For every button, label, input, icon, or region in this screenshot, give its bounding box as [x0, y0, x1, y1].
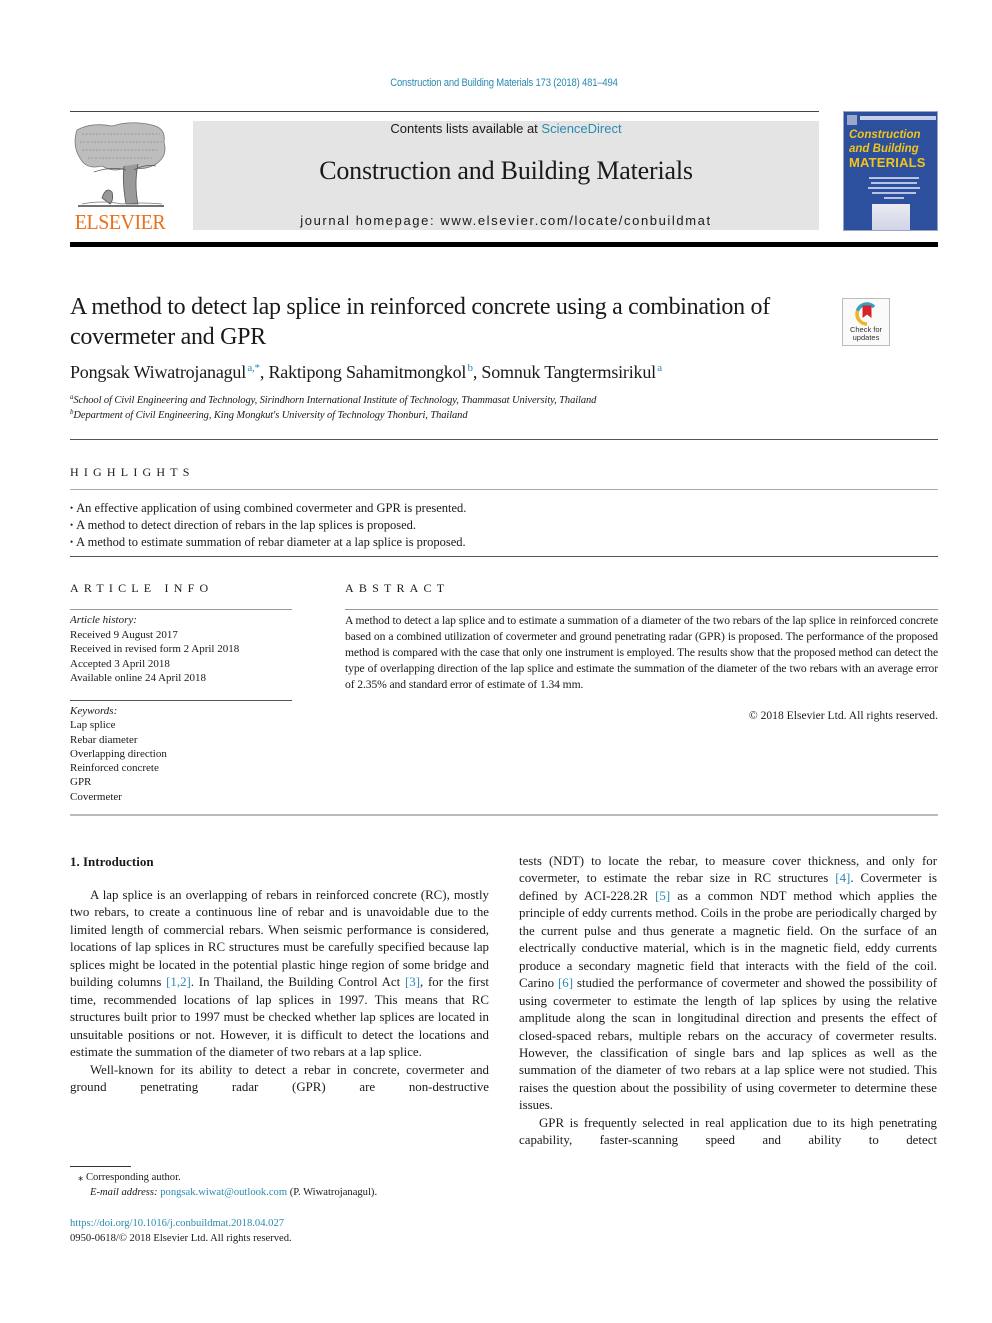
author-list: Pongsak Wiwatrojanagul a,*, Raktipong Sa… — [70, 362, 662, 382]
section-divider — [70, 814, 938, 816]
body-text: studied the performance of covermeter an… — [519, 976, 937, 1113]
section-divider — [70, 489, 938, 490]
cover-publisher-badge — [847, 115, 857, 125]
highlight-item: An effective application of using combin… — [70, 500, 930, 517]
journal-banner: Contents lists available at ScienceDirec… — [193, 121, 819, 230]
section-heading-introduction: 1. Introduction — [70, 854, 154, 869]
highlight-item: A method to estimate summation of rebar … — [70, 534, 930, 551]
cover-bottom-panel — [872, 204, 910, 230]
article-history: Article history: Received 9 August 2017 … — [70, 613, 295, 686]
cover-top-bar — [860, 116, 936, 120]
section-divider — [70, 609, 292, 610]
body-text: . In Thailand, the Building Control Act — [190, 975, 405, 990]
body-column-left: A lap splice is an overlapping of rebars… — [70, 887, 489, 1096]
citation-link[interactable]: [1,2] — [166, 975, 191, 989]
body-paragraph: A lap splice is an overlapping of rebars… — [70, 887, 489, 1062]
section-divider — [70, 700, 292, 701]
body-column-right: tests (NDT) to locate the rebar, to meas… — [519, 853, 937, 1150]
citation-link[interactable]: [4] — [835, 871, 850, 885]
homepage-url[interactable]: www.elsevier.com/locate/conbuildmat — [440, 213, 711, 228]
cover-title: Construction and Building MATERIALS — [849, 128, 937, 170]
cover-title-line: MATERIALS — [849, 155, 926, 170]
affiliation-text: Department of Civil Engineering, King Mo… — [73, 410, 468, 421]
citation-link[interactable]: [3] — [405, 975, 420, 989]
keyword: Covermeter — [70, 790, 122, 803]
contents-line: Contents lists available at ScienceDirec… — [193, 121, 819, 136]
cover-title-line: Construction — [849, 129, 921, 141]
author-name[interactable]: Pongsak Wiwatrojanagul — [70, 362, 246, 382]
check-for-updates-button[interactable]: Check for updates — [842, 298, 890, 346]
crossmark-label: Check for updates — [843, 326, 889, 342]
author-affiliation-mark[interactable]: a,* — [247, 362, 260, 374]
history-entry: Received 9 August 2017 — [70, 628, 178, 641]
citation-link[interactable]: [6] — [558, 976, 573, 990]
body-paragraph: GPR is frequently selected in real appli… — [519, 1115, 937, 1148]
contents-prefix: Contents lists available at — [390, 121, 542, 136]
history-entry: Accepted 3 April 2018 — [70, 657, 170, 670]
affiliation: bDepartment of Civil Engineering, King M… — [70, 409, 930, 422]
highlights-heading: HIGHLIGHTS — [70, 465, 195, 479]
cover-title-line: and Building — [849, 143, 919, 155]
homepage-prefix: journal homepage: — [300, 213, 441, 228]
email-line: E-mail address: pongsak.wiwat@outlook.co… — [78, 1185, 498, 1200]
keywords-label: Keywords: — [70, 705, 118, 717]
abstract-text: A method to detect a lap splice and to e… — [345, 614, 938, 691]
footnote: ⁎ Corresponding author. E-mail address: … — [78, 1170, 498, 1200]
section-divider — [70, 556, 938, 557]
citation-link[interactable]: [5] — [655, 889, 670, 903]
article-info-heading: ARTICLE INFO — [70, 581, 214, 595]
journal-title: Construction and Building Materials — [319, 156, 693, 185]
section-divider — [70, 439, 938, 440]
issn-line: 0950-0618/© 2018 Elsevier Ltd. All right… — [70, 1233, 292, 1244]
body-paragraph: Well-known for its ability to detect a r… — [70, 1062, 489, 1094]
keyword: Lap splice — [70, 719, 116, 732]
header-thick-rule — [70, 242, 938, 247]
author-name[interactable]: Somnuk Tangtermsirikul — [481, 362, 656, 382]
doi-block: https://doi.org/10.1016/j.conbuildmat.20… — [70, 1216, 490, 1246]
footnote-star: ⁎ — [78, 1172, 84, 1183]
article-history-label: Article history: — [70, 614, 137, 626]
author-affiliation-mark[interactable]: a — [657, 362, 662, 374]
elsevier-tree-icon — [74, 122, 166, 207]
footnote-text: Corresponding author. — [85, 1172, 181, 1183]
journal-homepage: journal homepage: www.elsevier.com/locat… — [193, 213, 819, 228]
elsevier-logo[interactable]: ELSEVIER — [70, 120, 170, 234]
highlights-list: An effective application of using combin… — [70, 500, 930, 551]
highlight-item: A method to detect direction of rebars i… — [70, 517, 930, 534]
keyword: Reinforced concrete — [70, 762, 159, 775]
cover-subtitle-lines — [864, 174, 924, 202]
keyword: GPR — [70, 776, 92, 789]
author-affiliation-mark[interactable]: b — [468, 362, 474, 374]
journal-citation-link[interactable]: Construction and Building Materials 173 … — [71, 77, 938, 89]
email-suffix: (P. Wiwatrojanagul). — [287, 1187, 378, 1198]
footnote-rule — [70, 1166, 131, 1167]
history-entry: Available online 24 April 2018 — [70, 672, 207, 684]
email-label: E-mail address: — [90, 1187, 158, 1198]
sciencedirect-link[interactable]: ScienceDirect — [541, 121, 621, 136]
article-title: A method to detect lap splice in reinfor… — [70, 294, 770, 350]
keyword: Rebar diameter — [70, 733, 138, 746]
author-name[interactable]: Raktipong Sahamitmongkol — [268, 362, 466, 382]
keywords: Keywords: Lap splice Rebar diameter Over… — [70, 704, 295, 804]
abstract-copyright: © 2018 Elsevier Ltd. All rights reserved… — [748, 709, 938, 722]
journal-cover-thumbnail[interactable]: Construction and Building MATERIALS — [843, 111, 938, 231]
doi-link[interactable]: https://doi.org/10.1016/j.conbuildmat.20… — [70, 1218, 284, 1229]
corresponding-author-note: ⁎ Corresponding author. — [78, 1170, 498, 1185]
affiliation: aSchool of Civil Engineering and Technol… — [70, 394, 930, 407]
elsevier-wordmark: ELSEVIER — [74, 210, 166, 234]
history-entry: Received in revised form 2 April 2018 — [70, 643, 240, 655]
header-rule — [70, 111, 819, 112]
body-paragraph: tests (NDT) to locate the rebar, to meas… — [519, 853, 937, 1115]
abstract-heading: ABSTRACT — [345, 581, 450, 595]
section-divider — [345, 609, 938, 610]
crossmark-label-line: updates — [852, 333, 880, 342]
crossmark-icon — [855, 302, 879, 326]
email-link[interactable]: pongsak.wiwat@outlook.com — [160, 1187, 287, 1198]
affiliation-text: School of Civil Engineering and Technolo… — [73, 395, 597, 406]
keyword: Overlapping direction — [70, 747, 167, 760]
body-text: as a common NDT method which applies the… — [519, 888, 937, 991]
